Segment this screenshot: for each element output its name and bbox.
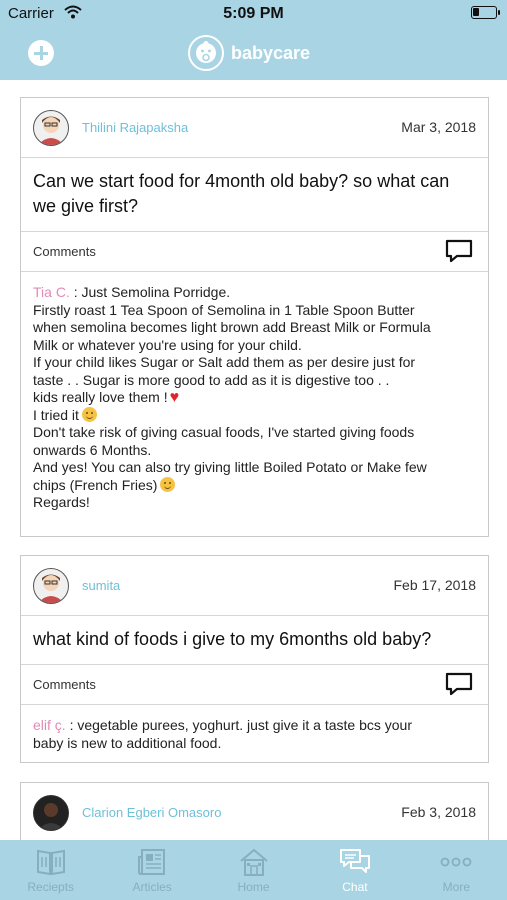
nav-bar: babycare <box>0 28 507 80</box>
commenter-name[interactable]: elif ç. <box>33 717 66 733</box>
avatar[interactable] <box>33 795 69 831</box>
comment-line: baby is new to additional food. <box>33 734 222 751</box>
comment-text: : Just Semolina Porridge. <box>69 284 231 300</box>
post-feed[interactable]: Thilini Rajapaksha Mar 3, 2018 Can we st… <box>0 80 507 840</box>
post-header: sumita Feb 17, 2018 <box>21 556 488 616</box>
comment-text: : vegetable purees, yoghurt. just give i… <box>65 717 412 733</box>
comment-line: when semolina becomes light brown add Br… <box>33 319 431 335</box>
post-header: Thilini Rajapaksha Mar 3, 2018 <box>21 98 488 158</box>
comment: Tia C. : Just Semolina Porridge. Firstly… <box>21 272 488 526</box>
commenter-name[interactable]: Tia C. <box>33 284 70 300</box>
comment-line: Regards! <box>33 494 90 510</box>
post-question[interactable]: what kind of foods i give to my 6months … <box>21 616 488 665</box>
comment-line: I tried it <box>33 406 476 425</box>
author-name[interactable]: Clarion Egberi Omasoro <box>82 805 221 820</box>
comment-line: Tia C. : Just Semolina Porridge. <box>33 284 476 302</box>
comment-text: I tried it <box>33 406 79 423</box>
post-date: Feb 3, 2018 <box>401 804 476 820</box>
comment-line: Firstly roast 1 Tea Spoon of Semolina in… <box>33 301 415 318</box>
comment-line: elif ç. : vegetable purees, yoghurt. jus… <box>33 717 476 735</box>
brand: babycare <box>188 35 310 71</box>
comment-text: chips (French Fries) <box>33 476 158 493</box>
chat-bubbles-icon <box>339 849 370 873</box>
comments-label: Comments <box>33 677 96 692</box>
baby-face-icon <box>188 35 224 71</box>
post-card: Clarion Egberi Omasoro Feb 3, 2018 <box>20 782 489 840</box>
comment-line: And yes! You can also try giving little … <box>33 459 427 475</box>
tab-label: Chat <box>342 880 368 894</box>
smile-emoji-icon <box>81 406 97 422</box>
comment-line: chips (French Fries) <box>33 476 476 495</box>
tab-articles[interactable]: Articles <box>101 840 202 900</box>
comments-bar: Comments <box>21 665 488 705</box>
status-time: 5:09 PM <box>223 5 284 22</box>
tab-label: Articles <box>132 880 172 894</box>
comment-line: Don't take risk of giving casual foods, … <box>33 424 415 440</box>
post-header: Clarion Egberi Omasoro Feb 3, 2018 <box>21 783 488 840</box>
tab-bar: Reciepts Articles Home Chat More <box>0 840 507 900</box>
status-bar: Carrier 5:09 PM <box>0 0 507 28</box>
comment: elif ç. : vegetable purees, yoghurt. jus… <box>21 705 488 766</box>
smile-emoji-icon <box>160 476 176 492</box>
house-icon <box>239 848 268 876</box>
brand-name: babycare <box>231 42 311 63</box>
battery-level <box>473 8 479 16</box>
avatar[interactable] <box>33 568 69 604</box>
comments-bar: Comments <box>21 232 488 272</box>
comment-line: If your child likes Sugar or Salt add th… <box>33 354 416 370</box>
post-date: Feb 17, 2018 <box>393 577 476 593</box>
newspaper-icon <box>138 849 166 875</box>
tab-label: More <box>442 880 470 894</box>
tab-chat[interactable]: Chat <box>304 840 405 900</box>
battery-icon <box>471 6 500 19</box>
post-card: sumita Feb 17, 2018 what kind of foods i… <box>20 555 489 763</box>
tab-label: Reciepts <box>27 880 75 894</box>
comment-icon[interactable] <box>445 672 473 696</box>
avatar[interactable] <box>33 110 69 146</box>
comment-line: kids really love them ! ♥ <box>33 389 476 407</box>
tab-reciepts[interactable]: Reciepts <box>0 840 101 900</box>
author-name[interactable]: Thilini Rajapaksha <box>82 120 188 135</box>
post-question[interactable]: Can we start food for 4month old baby? s… <box>21 158 488 232</box>
post-card: Thilini Rajapaksha Mar 3, 2018 Can we st… <box>20 97 489 537</box>
tab-home[interactable]: Home <box>203 840 304 900</box>
heart-emoji-icon: ♥ <box>169 389 180 406</box>
author-name[interactable]: sumita <box>82 578 120 593</box>
comment-line: onwards 6 Months. <box>33 441 152 458</box>
post-date: Mar 3, 2018 <box>401 119 476 135</box>
book-icon <box>36 849 65 876</box>
add-post-button[interactable] <box>28 40 54 66</box>
comment-line: Milk or whatever you're using for your c… <box>33 336 302 353</box>
comment-icon[interactable] <box>445 239 473 263</box>
comment-text: kids really love them ! <box>33 389 168 405</box>
comments-label: Comments <box>33 244 96 259</box>
tab-more[interactable]: More <box>406 840 507 900</box>
tab-label: Home <box>237 880 270 894</box>
comment-line: taste . . Sugar is more good to add as i… <box>33 371 390 388</box>
more-dots-icon <box>440 857 472 867</box>
